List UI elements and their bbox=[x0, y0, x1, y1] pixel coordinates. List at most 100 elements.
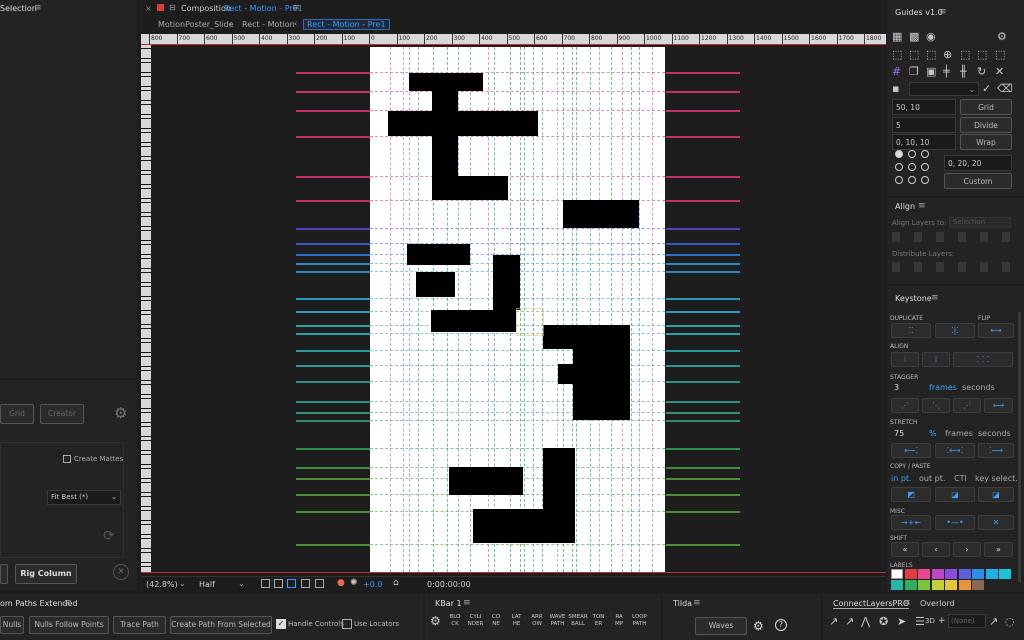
shift-prev-button[interactable]: ‹ bbox=[922, 542, 950, 557]
grid-button[interactable]: Grid bbox=[960, 99, 1012, 115]
stretch-button-1[interactable]: ⟵⁚ bbox=[891, 443, 931, 458]
divide-button[interactable]: Divide bbox=[960, 117, 1012, 133]
anchor-point[interactable] bbox=[921, 150, 929, 158]
scrollbar[interactable] bbox=[1018, 312, 1021, 582]
anchor-point[interactable] bbox=[921, 163, 929, 171]
close-tab-icon[interactable]: × bbox=[145, 4, 152, 13]
shape-layer[interactable] bbox=[388, 111, 538, 136]
waves-button[interactable]: Waves bbox=[695, 617, 747, 635]
create-mattes-checkbox[interactable] bbox=[63, 455, 71, 463]
kbar-button[interactable]: LAT HE bbox=[507, 614, 527, 636]
close-icon[interactable]: ✕ bbox=[995, 66, 1004, 78]
shift-first-button[interactable]: « bbox=[891, 542, 919, 557]
channel-icon[interactable] bbox=[315, 579, 324, 588]
panel-menu-icon[interactable]: ≡ bbox=[939, 7, 947, 17]
label-swatch[interactable] bbox=[958, 569, 971, 579]
stagger-button-2[interactable]: ⋱ bbox=[922, 398, 950, 413]
connect-icon-5[interactable]: ➤ bbox=[897, 616, 906, 628]
align-buttons[interactable] bbox=[892, 232, 1012, 242]
label-swatch[interactable] bbox=[931, 569, 944, 579]
out-point-option[interactable]: out pt. bbox=[919, 474, 945, 483]
shift-last-button[interactable]: » bbox=[984, 542, 1013, 557]
shape-layer[interactable] bbox=[416, 272, 455, 297]
hash-grid-icon[interactable]: # bbox=[892, 66, 901, 78]
shape-layer[interactable] bbox=[543, 486, 575, 543]
flip-button[interactable]: ⟷ bbox=[978, 323, 1014, 338]
shape-layer[interactable] bbox=[573, 349, 630, 364]
shape-layer[interactable] bbox=[431, 310, 516, 332]
label-swatch[interactable] bbox=[904, 580, 917, 590]
trace-path-button[interactable]: Trace Path bbox=[113, 616, 166, 634]
top-ruler[interactable]: 800 700 600 500 400 300 200 100 0 100 200 300 400 500… bbox=[141, 34, 886, 44]
lock-icon[interactable]: ⊟ bbox=[169, 3, 176, 12]
anchor-point[interactable] bbox=[895, 163, 903, 171]
stretch-value[interactable]: 75 bbox=[894, 429, 904, 438]
kbar-button[interactable]: CYLI NDER bbox=[466, 614, 486, 636]
cti-option[interactable]: CTI bbox=[954, 474, 967, 483]
label-swatch[interactable] bbox=[904, 569, 917, 579]
camera-icon[interactable]: ⌂ bbox=[393, 578, 399, 588]
breadcrumb-1[interactable]: MotionPoster_Slide bbox=[158, 20, 234, 29]
exposure-value[interactable]: +0.0 bbox=[363, 580, 382, 589]
shape-layer[interactable] bbox=[558, 364, 630, 384]
fit-select[interactable]: Fit Best (*) ⌄ bbox=[47, 490, 121, 505]
anchor-point[interactable] bbox=[895, 176, 903, 184]
shape-layer[interactable] bbox=[543, 448, 575, 486]
timecode[interactable]: 0:00:00:00 bbox=[427, 580, 471, 589]
label-swatch[interactable] bbox=[891, 580, 903, 590]
trash-icon[interactable]: ⌫ bbox=[997, 83, 1013, 95]
label-swatch[interactable] bbox=[972, 580, 984, 590]
custom-button[interactable]: Custom bbox=[944, 173, 1012, 189]
shape-layer[interactable] bbox=[573, 402, 630, 420]
panel-menu-icon[interactable]: ≡ bbox=[903, 598, 911, 608]
dashed-box-icon[interactable]: ⬚ bbox=[892, 49, 902, 61]
connect-icon-4[interactable]: ✪ bbox=[879, 616, 888, 628]
breadcrumb-3[interactable]: Rect - Motion - Pre1 bbox=[303, 19, 390, 30]
paste-button[interactable]: ◪ bbox=[935, 487, 975, 502]
connect-icon-6[interactable]: ☰ bbox=[915, 616, 925, 628]
anchor-point[interactable] bbox=[908, 176, 916, 184]
anchor-point[interactable] bbox=[908, 163, 916, 171]
target-icon[interactable]: ⊕ bbox=[943, 49, 952, 61]
anchor-point[interactable] bbox=[895, 150, 903, 158]
kbar-button[interactable]: BLO CK bbox=[445, 614, 465, 636]
connect-icon-2[interactable]: ↗ bbox=[845, 616, 854, 628]
label-swatch[interactable] bbox=[945, 569, 957, 579]
left-ruler[interactable] bbox=[141, 45, 151, 572]
stretch-seconds-option[interactable]: seconds bbox=[978, 429, 1011, 438]
paste-icon[interactable]: ▣ bbox=[926, 66, 936, 78]
label-swatch[interactable] bbox=[918, 580, 930, 590]
kbar-button[interactable]: TON ER bbox=[589, 614, 609, 636]
eye-icon[interactable]: ◉ bbox=[926, 31, 936, 43]
dashed-box-icon[interactable]: ⬚ bbox=[995, 49, 1005, 61]
label-swatch[interactable] bbox=[972, 569, 984, 579]
3d-toggle[interactable]: 3D bbox=[925, 617, 935, 625]
rotate-icon[interactable]: ↻ bbox=[977, 66, 986, 78]
stagger-value[interactable]: 3 bbox=[894, 383, 899, 392]
connect-icon-1[interactable]: ↗ bbox=[829, 616, 838, 628]
anchor-grid[interactable] bbox=[895, 150, 935, 190]
shape-layer[interactable] bbox=[473, 509, 543, 543]
mask-icon[interactable] bbox=[287, 579, 296, 588]
gear-icon[interactable]: ⚙ bbox=[114, 404, 127, 422]
shape-layer[interactable] bbox=[449, 467, 523, 495]
connect-icon-8[interactable]: ◌ bbox=[1005, 616, 1015, 628]
dashed-box-icon[interactable]: ⬚ bbox=[909, 49, 919, 61]
connect-icon-3[interactable]: ⋀ bbox=[861, 616, 870, 628]
label-swatch[interactable] bbox=[999, 569, 1011, 579]
region-icon[interactable] bbox=[261, 579, 270, 588]
close-circle-icon[interactable]: ✕ bbox=[113, 564, 129, 580]
custom-value-field[interactable]: 0, 20, 20 bbox=[944, 155, 1012, 171]
stretch-button-2[interactable]: ⁚⟷⁚ bbox=[935, 443, 975, 458]
panel-menu-icon[interactable]: ≡ bbox=[34, 3, 42, 13]
grid-button[interactable]: Grid bbox=[0, 404, 34, 424]
misc-button-2[interactable]: •—• bbox=[935, 515, 975, 530]
in-point-option[interactable]: in pt. bbox=[891, 474, 912, 483]
zoom-select[interactable]: (42.8%) bbox=[146, 580, 178, 589]
shape-layer[interactable] bbox=[409, 73, 483, 91]
wrap-button[interactable]: Wrap bbox=[960, 134, 1012, 150]
key-select-option[interactable]: key select. bbox=[975, 474, 1018, 483]
kbar-button[interactable]: ARR OW bbox=[527, 614, 547, 636]
label-swatch[interactable] bbox=[985, 569, 998, 579]
duplicate-button-2[interactable]: ⁚|⁚ bbox=[935, 323, 975, 338]
